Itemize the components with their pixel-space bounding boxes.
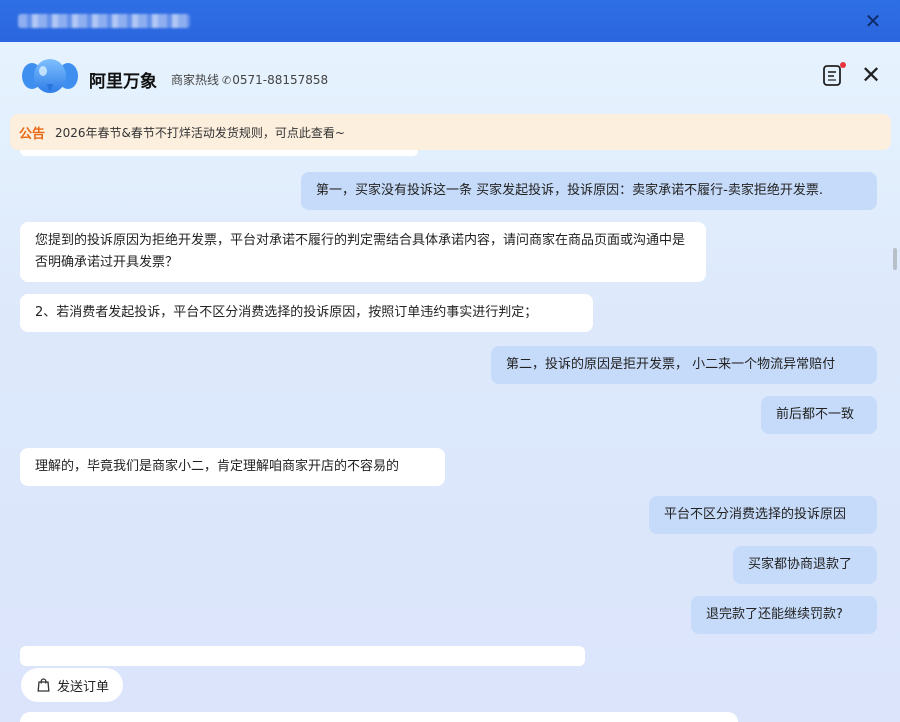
hotline-label: 商家热线	[171, 73, 220, 87]
message-text: 您提到的投诉原因为拒绝开发票，平台对承诺不履行的判定需结合具体承诺内容，请问商家…	[35, 233, 686, 270]
hotline-number: 0571-88157858	[232, 73, 329, 87]
chat-header: 阿里万象 商家热线 ✆0571-88157858 ✕	[0, 42, 900, 112]
send-order-label: 发送订单	[57, 679, 110, 695]
message-user: 平台不区分消费选择的投诉原因	[649, 496, 877, 534]
chat-app: 阿里万象 商家热线 ✆0571-88157858 ✕ 公告 2026年春节&春节不…	[0, 42, 900, 722]
message-text: 退完款了还能继续罚款?	[706, 607, 843, 622]
send-order-button[interactable]: 发送订单	[21, 668, 124, 702]
notification-dot	[840, 62, 846, 68]
message-text: 第一，买家没有投诉这一条 买家发起投诉，投诉原因：卖家承诺不履行-卖家拒绝开发票…	[316, 183, 823, 198]
message-bot: 2、若消费者发起投诉，平台不区分消费选择的投诉原因，按照订单违约事实进行判定；	[20, 294, 593, 332]
message-user: 前后都不一致	[761, 396, 877, 434]
announcement-banner[interactable]: 公告 2026年春节&春节不打烊活动发货规则，可点此查看~	[10, 114, 891, 150]
message-list: 第一，买家没有投诉这一条 买家发起投诉，投诉原因：卖家承诺不履行-卖家拒绝开发票…	[0, 150, 900, 698]
window-close-button[interactable]: ✕	[862, 10, 884, 32]
elephant-logo-icon	[22, 59, 78, 93]
message-user: 退完款了还能继续罚款?	[691, 596, 877, 634]
message-text: 2、若消费者发起投诉，平台不区分消费选择的投诉原因，按照订单违约事实进行判定；	[35, 305, 538, 320]
message-user: 第二，投诉的原因是拒开发票， 小二来一个物流异常赔付	[491, 346, 877, 384]
message-partial-bottom	[20, 646, 585, 666]
window-title-blurred	[18, 14, 190, 28]
announcement-text: 2026年春节&春节不打烊活动发货规则，可点此查看~	[55, 125, 345, 140]
message-text: 平台不区分消费选择的投诉原因	[664, 507, 847, 522]
message-user: 第一，买家没有投诉这一条 买家发起投诉，投诉原因：卖家承诺不履行-卖家拒绝开发票…	[301, 172, 877, 210]
message-bot: 您提到的投诉原因为拒绝开发票，平台对承诺不履行的判定需结合具体承诺内容，请问商家…	[20, 222, 706, 282]
scrollbar-thumb[interactable]	[893, 248, 897, 270]
message-user: 买家都协商退款了	[733, 546, 877, 584]
shopping-bag-icon	[37, 678, 50, 692]
message-bot: 理解的，毕竟我们是商家小二，肯定理解咱商家开店的不容易的	[20, 448, 445, 486]
panel-close-button[interactable]: ✕	[860, 63, 882, 87]
message-input[interactable]	[20, 712, 738, 722]
message-text: 理解的，毕竟我们是商家小二，肯定理解咱商家开店的不容易的	[35, 459, 400, 474]
app-name: 阿里万象	[89, 72, 157, 92]
phone-icon: ✆	[222, 74, 232, 87]
message-text: 买家都协商退款了	[748, 557, 853, 572]
message-text: 前后都不一致	[776, 407, 855, 422]
merchant-hotline: 商家热线 ✆0571-88157858	[171, 71, 328, 88]
notes-button[interactable]	[822, 62, 846, 90]
message-partial-top	[20, 150, 418, 156]
announcement-tag: 公告	[19, 126, 46, 142]
message-text: 第二，投诉的原因是拒开发票， 小二来一个物流异常赔付	[506, 357, 836, 372]
window-titlebar: ✕	[0, 0, 900, 42]
